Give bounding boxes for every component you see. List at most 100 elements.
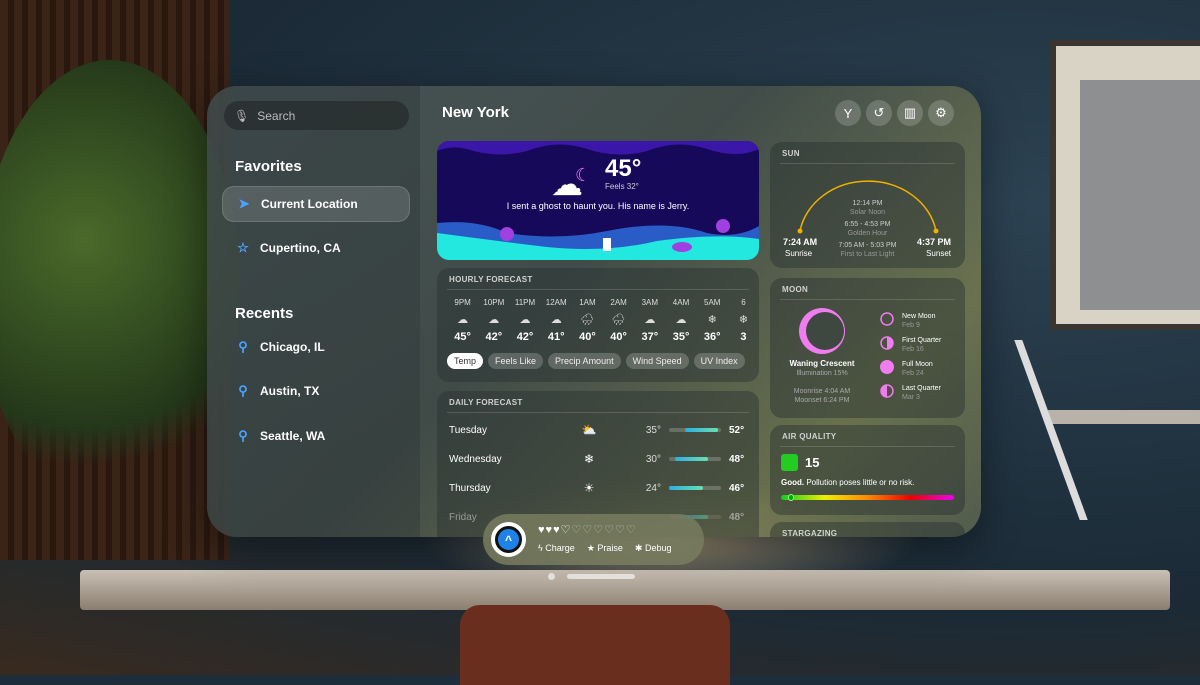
- card-heading: AIR QUALITY: [782, 432, 837, 441]
- aqi-scale: [781, 494, 954, 501]
- sidebar-item-austin[interactable]: ⚲ Austin, TX: [222, 373, 410, 409]
- item-label: Current Location: [261, 197, 358, 211]
- hour-time: 12AM: [545, 298, 567, 307]
- heart-icon: ♡: [604, 524, 615, 536]
- action-label: Praise: [597, 543, 623, 553]
- map-icon[interactable]: ▥: [897, 100, 923, 126]
- hour-column: 12AM ☁ 41°: [541, 298, 572, 343]
- golden-hour: 6:55 - 4:53 PM: [844, 221, 891, 228]
- charge-button[interactable]: ϟ Charge: [538, 543, 575, 554]
- item-label: Seattle, WA: [260, 429, 326, 443]
- weather-icon: ❄: [707, 314, 717, 326]
- window-grab-bar[interactable]: [567, 574, 635, 579]
- search-placeholder: Search: [257, 108, 296, 123]
- hour-temp: 42°: [485, 331, 503, 343]
- hour-column: 10PM ☁ 42°: [478, 298, 509, 343]
- split-icon[interactable]: Y: [835, 100, 861, 126]
- hour-time: 9PM: [454, 298, 471, 307]
- bolt-icon: ϟ: [538, 543, 543, 553]
- weather-icon: ❄: [583, 452, 595, 466]
- hour-time: 11PM: [514, 298, 536, 307]
- sidebar-item-seattle[interactable]: ⚲ Seattle, WA: [222, 418, 410, 454]
- tab-feels-like[interactable]: Feels Like: [488, 353, 544, 369]
- action-label: Charge: [545, 543, 575, 553]
- weather-quip: I sent a ghost to haunt you. His name is…: [506, 201, 690, 211]
- moon-phase-icon: [880, 336, 894, 350]
- sidebar-item-cupertino[interactable]: ☆ Cupertino, CA: [222, 230, 410, 266]
- hour-temp: 41°: [547, 331, 565, 343]
- day-name: Wednesday: [449, 453, 502, 465]
- sidebar: 🎙 Search Favorites ➤ Current Location ☆ Cup…: [207, 86, 420, 537]
- stargazing-card: STARGAZING: [770, 522, 965, 537]
- temp-range-fill: [669, 486, 703, 490]
- tab-precip-amount[interactable]: Precip Amount: [548, 353, 621, 369]
- weather-icon: ☀: [583, 481, 595, 495]
- heart-icon: ♡: [625, 524, 637, 536]
- microphone-icon[interactable]: 🎙: [234, 109, 249, 123]
- sun-card: SUN 12:14 PM Solar Noon 6:55 - 4:53 PM Gol…: [770, 142, 965, 268]
- tab-temp[interactable]: Temp: [447, 353, 484, 369]
- aqi-icon: [781, 454, 798, 471]
- tab-wind-speed[interactable]: Wind Speed: [625, 353, 689, 369]
- daily-row[interactable]: Thursday ☀ 24° 46°: [449, 478, 751, 498]
- pin-icon: ⚲: [238, 339, 248, 354]
- heart-icon: ♡: [560, 524, 572, 536]
- gear-icon[interactable]: ⚙: [928, 100, 954, 126]
- history-icon[interactable]: ↺: [866, 100, 892, 126]
- solar-noon: 12:14 PM: [852, 200, 883, 207]
- moon-phase-icon: [880, 384, 894, 398]
- heart-icon: ♥: [553, 524, 561, 536]
- phase-name: Full Moon: [902, 361, 933, 368]
- daily-row[interactable]: Wednesday ❄ 30° 48°: [449, 449, 751, 469]
- hour-temp: 40°: [610, 331, 627, 343]
- expand-button[interactable]: ^: [491, 522, 526, 557]
- sidebar-item-chicago[interactable]: ⚲ Chicago, IL: [222, 329, 410, 365]
- star-icon: ☆: [237, 240, 249, 255]
- weather-icon: ❄: [738, 314, 749, 326]
- weather-icon: ☁: [457, 314, 469, 326]
- tab-uv-index[interactable]: UV Index: [693, 353, 745, 369]
- praise-button[interactable]: ★ Praise: [587, 543, 623, 554]
- daily-row[interactable]: Tuesday ⛅ 35° 52°: [449, 420, 751, 440]
- window-controls: [548, 573, 635, 580]
- moon-phase-item: New Moon Feb 9: [880, 312, 935, 330]
- temp-range-bar: [669, 457, 721, 461]
- heart-icon: ♥: [538, 524, 546, 536]
- action-label: Debug: [644, 543, 672, 553]
- weather-window: 🎙 Search Favorites ➤ Current Location ☆ Cup…: [207, 86, 981, 537]
- current-temp: 45°: [605, 155, 642, 182]
- moon-card: MOON Waning Crescent Illumination 15% Mo…: [770, 278, 965, 418]
- hour-column: 9PM ☁ 45°: [447, 298, 478, 343]
- sidebar-item-current-location[interactable]: ➤ Current Location: [222, 186, 410, 222]
- high-temp: 48°: [729, 453, 745, 465]
- sunset-label: Sunset: [926, 249, 951, 258]
- hour-column: 3AM ☁ 37°: [634, 298, 665, 343]
- card-heading: MOON: [782, 285, 809, 294]
- hour-temp: 45°: [454, 331, 471, 343]
- star-icon: ★: [586, 543, 595, 553]
- moon-phase-icon: [880, 312, 894, 326]
- heart-icon: ♡: [571, 524, 583, 536]
- hour-column: 5AM ❄ 36°: [697, 298, 728, 343]
- illumination: Illumination 15%: [796, 370, 848, 377]
- moon-phase-icon: [880, 360, 894, 374]
- hour-column: 6 ❄ 3: [728, 298, 759, 343]
- hour-time: 4AM: [672, 298, 690, 307]
- weather-icon: ☁: [644, 314, 656, 326]
- hour-time: 5AM: [704, 298, 721, 307]
- phase-date: Feb 9: [902, 322, 920, 329]
- sunset-time: 4:37 PM: [916, 237, 951, 247]
- current-conditions-card: ☁☾ 45° Feels 32° I sent a ghost to haunt…: [437, 141, 759, 260]
- window-dot[interactable]: [548, 573, 555, 580]
- weather-icon: ☁: [519, 314, 531, 326]
- debug-button[interactable]: ✱ Debug: [635, 543, 672, 554]
- search-input[interactable]: 🎙 Search: [224, 101, 409, 130]
- temp-range-fill: [684, 428, 719, 432]
- day-name: Tuesday: [449, 424, 487, 436]
- heart-icon: ♡: [582, 524, 594, 536]
- hour-column: 11PM ☁ 42°: [509, 298, 540, 343]
- moon-phase-item: Full Moon Feb 24: [880, 360, 933, 378]
- heart-icon: ♥: [545, 524, 554, 536]
- item-label: Chicago, IL: [260, 340, 325, 354]
- hour-time: 3AM: [641, 298, 659, 307]
